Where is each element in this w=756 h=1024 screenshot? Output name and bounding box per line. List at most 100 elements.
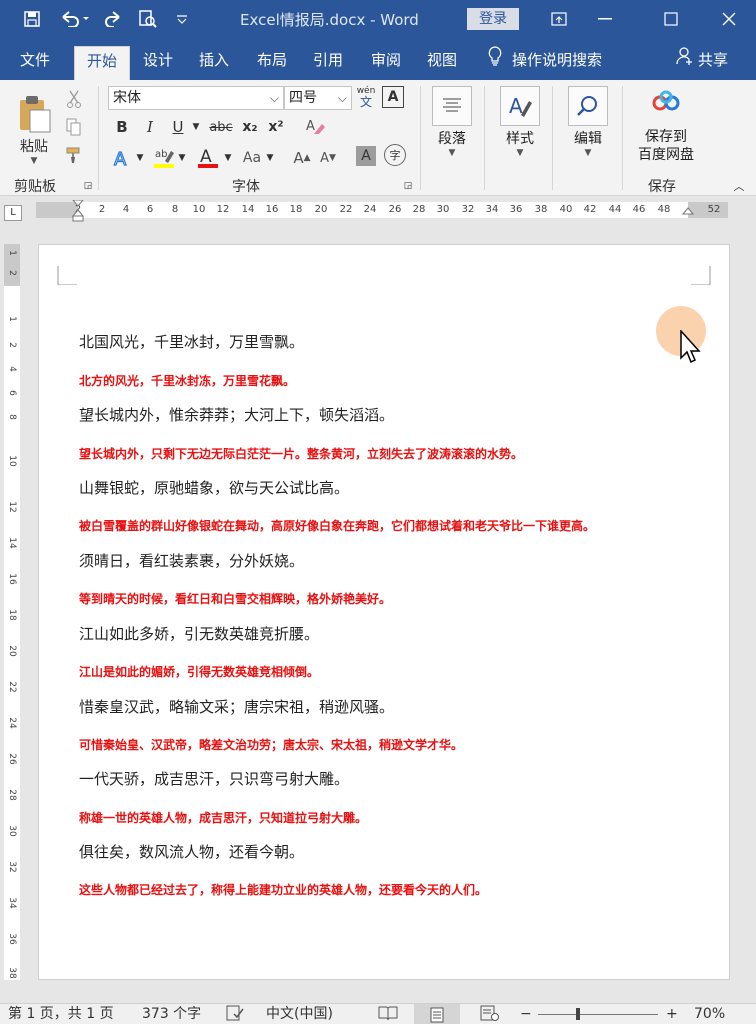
save-to-baidu-line1: 保存到 <box>645 129 687 145</box>
strikethrough-button[interactable]: abc <box>206 116 236 138</box>
underline-dropdown-icon[interactable]: ▼ <box>190 116 202 138</box>
login-button[interactable]: 登录 <box>467 8 519 30</box>
font-color-icon[interactable]: A <box>196 144 220 170</box>
zoom-level[interactable]: 70% <box>694 1005 725 1024</box>
highlight-icon[interactable]: ab <box>152 144 176 170</box>
vruler-number: 32 <box>7 861 17 873</box>
underline-button[interactable]: U <box>168 116 188 138</box>
ruler-number: 6 <box>146 204 154 215</box>
language[interactable]: 中文(中国) <box>266 1005 333 1024</box>
grow-font-letter: A <box>293 149 304 167</box>
font-launcher-icon[interactable]: ◲ <box>402 180 414 192</box>
italic-button[interactable]: I <box>140 116 160 138</box>
font-name-combo[interactable]: 宋体 ⌵ <box>108 86 284 110</box>
horizontal-ruler[interactable]: 2 2 4 6 8 10 12 14 16 18 20 22 24 26 28 … <box>36 200 728 222</box>
tab-selector[interactable]: L <box>4 205 22 221</box>
save-icon[interactable] <box>20 8 44 30</box>
clear-formatting-icon[interactable]: A <box>304 114 326 138</box>
paragraph-label: 段落 <box>438 131 466 147</box>
ruler-number: 28 <box>412 204 426 215</box>
ruler-area: L 2 2 4 6 8 10 12 14 16 18 20 22 24 26 2… <box>0 196 756 226</box>
subscript-button[interactable]: x₂ <box>240 116 260 138</box>
print-preview-icon[interactable] <box>136 8 160 30</box>
bold-button[interactable]: B <box>112 116 132 138</box>
customize-toolbar-icon[interactable] <box>172 8 192 30</box>
zoom-in-button[interactable]: + <box>666 1005 678 1024</box>
document-page[interactable]: 北国风光，千里冰封，万里雪飘。 北方的风光，千里冰封冻，万里雪花飘。 望长城内外… <box>38 244 730 980</box>
superscript-button[interactable]: x² <box>266 116 286 138</box>
phonetic-guide-button[interactable]: wén 文 <box>355 84 377 110</box>
font-size-value: 四号 <box>289 90 317 106</box>
vertical-ruler[interactable]: 1 2 1 2 4 6 8 10 12 14 16 18 20 22 24 26… <box>4 244 20 980</box>
editing-button[interactable]: 编辑 ▼ <box>566 86 610 158</box>
page-count[interactable]: 第 1 页，共 1 页 <box>8 1005 114 1024</box>
print-layout-icon[interactable] <box>414 1004 460 1024</box>
tab-home[interactable]: 开始 <box>74 46 130 80</box>
change-case-dropdown-icon[interactable]: ▼ <box>264 146 276 170</box>
cut-icon[interactable] <box>62 88 86 110</box>
paste-button[interactable]: 粘贴 ▼ <box>14 88 54 172</box>
tab-view[interactable]: 视图 <box>420 46 464 80</box>
change-case-button[interactable]: Aa <box>240 146 264 170</box>
ribbon-display-options-icon[interactable] <box>536 0 582 38</box>
ruler-number: 34 <box>485 204 499 215</box>
collapse-ribbon-icon[interactable]: ︿ <box>732 180 746 193</box>
character-shading-button[interactable]: A <box>356 146 376 166</box>
baidu-cloud-icon <box>652 90 680 111</box>
clipboard-launcher-icon[interactable]: ◲ <box>82 180 94 192</box>
zoom-slider[interactable] <box>538 1014 658 1015</box>
poem-line: 须晴日，看红装素裹，分外妖娆。 <box>79 552 305 570</box>
text-effects-icon[interactable]: A <box>110 146 134 170</box>
minimize-icon[interactable] <box>582 0 628 38</box>
vruler-number: 20 <box>7 645 17 657</box>
character-border-button[interactable]: A <box>382 86 404 108</box>
right-indent-marker-icon[interactable] <box>682 206 694 220</box>
ruler-number: 48 <box>657 204 671 215</box>
vruler-number: 10 <box>7 455 17 467</box>
redo-icon[interactable] <box>102 8 126 30</box>
highlight-dropdown-icon[interactable]: ▼ <box>176 146 188 170</box>
save-to-baidu-button[interactable]: 保存到 百度网盘 <box>630 90 702 164</box>
tab-references[interactable]: 引用 <box>306 46 350 80</box>
copy-icon[interactable] <box>62 116 86 138</box>
font-size-combo[interactable]: 四号 ⌵ <box>284 86 352 110</box>
ruler-number: 30 <box>436 204 450 215</box>
tab-design[interactable]: 设计 <box>136 46 180 80</box>
vruler-number: 2 <box>7 342 17 348</box>
translation-line: 江山是如此的媚娇，引得无数英雄竞相倾倒。 <box>79 665 320 679</box>
undo-icon[interactable] <box>56 8 92 30</box>
zoom-slider-thumb[interactable] <box>576 1008 580 1020</box>
text-effects-dropdown-icon[interactable]: ▼ <box>134 146 146 170</box>
tab-review[interactable]: 审阅 <box>364 46 408 80</box>
share-button[interactable]: 共享 <box>676 46 728 74</box>
web-layout-icon[interactable] <box>480 1005 500 1024</box>
ruler-number: 10 <box>192 204 206 215</box>
ruler-number: 20 <box>314 204 328 215</box>
styles-button[interactable]: A 样式 ▼ <box>498 86 542 158</box>
format-painter-icon[interactable] <box>62 144 86 166</box>
read-mode-icon[interactable] <box>378 1005 398 1024</box>
word-count[interactable]: 373 个字 <box>142 1005 201 1024</box>
tab-file[interactable]: 文件 <box>10 46 60 80</box>
indent-marker-icon[interactable] <box>72 200 84 222</box>
separator <box>484 86 485 190</box>
tell-me-search[interactable]: 操作说明搜索 <box>488 45 602 74</box>
zoom-out-button[interactable]: − <box>520 1005 532 1024</box>
ruler-number: 46 <box>632 204 646 215</box>
svg-text:A: A <box>114 149 127 168</box>
enclose-characters-button[interactable]: 字 <box>384 144 406 166</box>
maximize-icon[interactable] <box>648 0 694 38</box>
tab-layout[interactable]: 布局 <box>250 46 294 80</box>
paragraph-button[interactable]: 段落 ▼ <box>430 86 474 158</box>
proofing-icon[interactable] <box>226 1005 244 1024</box>
poem-line: 望长城内外，惟余莽莽；大河上下，顿失滔滔。 <box>79 406 395 424</box>
ruler-number: 36 <box>509 204 523 215</box>
chevron-down-icon: ⌵ <box>269 91 279 105</box>
grow-font-button[interactable]: A ▲ <box>292 146 312 170</box>
font-color-dropdown-icon[interactable]: ▼ <box>222 146 234 170</box>
translation-line: 称雄一世的英雄人物，成吉思汗，只知道拉弓射大雕。 <box>79 811 368 825</box>
tab-insert[interactable]: 插入 <box>192 46 236 80</box>
shrink-font-button[interactable]: A ▼ <box>318 146 338 170</box>
close-icon[interactable] <box>706 0 752 38</box>
paragraph-dropdown-icon: ▼ <box>448 148 456 158</box>
